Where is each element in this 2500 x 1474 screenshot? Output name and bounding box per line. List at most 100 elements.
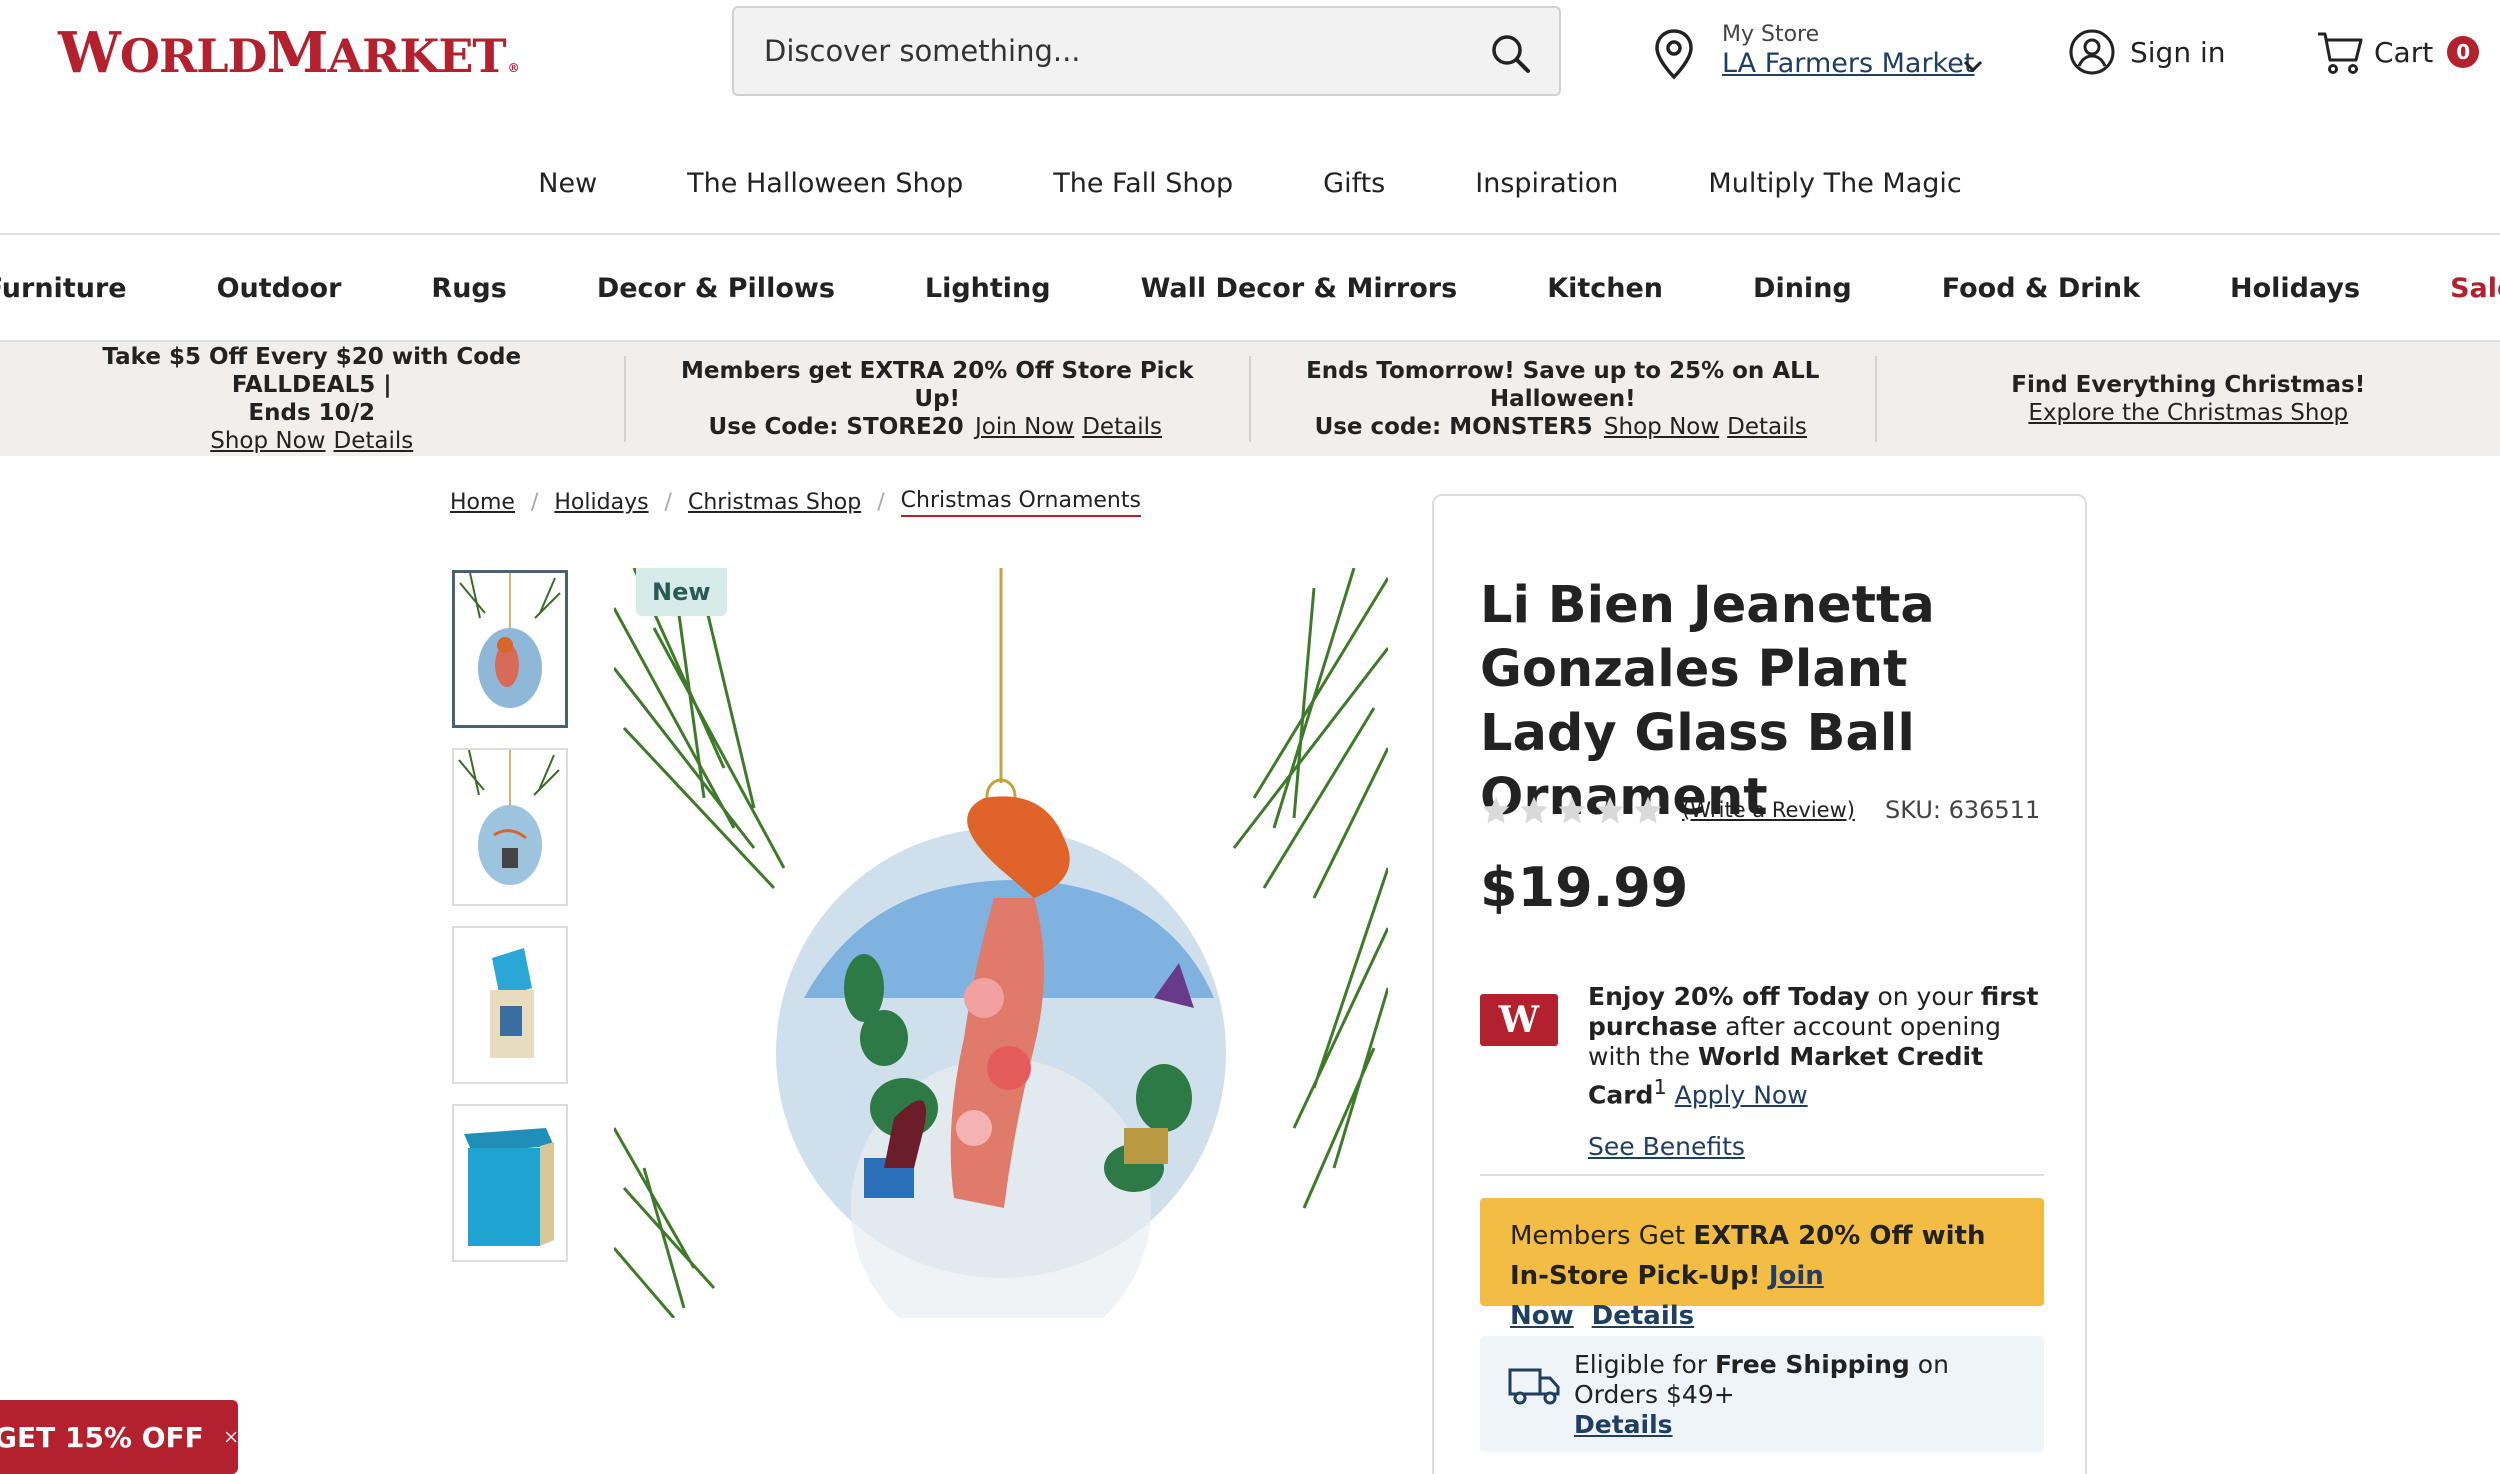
promo-headline: Ends Tomorrow! Save up to 25% on ALL	[1306, 358, 1820, 384]
promo-shop-now-link[interactable]: Shop Now	[210, 428, 325, 454]
gift-box-open-thumbnail-image	[490, 948, 534, 1058]
promo-subline: Ends 10/2	[248, 400, 376, 426]
category-nav: Furniture Outdoor Rugs Decor & Pillows L…	[0, 236, 2500, 340]
cart-button[interactable]: Cart 0	[2316, 26, 2480, 78]
promo-explore-christmas-link[interactable]: Explore the Christmas Shop	[2028, 400, 2348, 426]
credit-footnote-mark: 1	[1653, 1075, 1667, 1099]
product-title: Li Bien Jeanetta Gonzales Plant Lady Gla…	[1480, 576, 1935, 827]
promo-item: Take $5 Off Every $20 with Code FALLDEAL…	[0, 344, 626, 454]
new-badge: New	[636, 568, 727, 616]
promo-code: Use code: MONSTER5	[1314, 414, 1593, 440]
promo-item: Find Everything Christmas! Explore the C…	[1877, 356, 2500, 442]
promo-item: Ends Tomorrow! Save up to 25% on ALL Hal…	[1251, 356, 1877, 442]
breadcrumb-home[interactable]: Home	[450, 490, 515, 515]
my-store-label: My Store	[1722, 22, 1820, 47]
product-price: $19.99	[1480, 856, 1689, 919]
ornament-image	[614, 568, 1388, 1318]
free-shipping-label: Free Shipping	[1714, 1350, 1910, 1379]
shipping-text-1: Eligible for	[1574, 1350, 1715, 1379]
thumbnail-4[interactable]	[452, 1104, 568, 1262]
thumbnail-1[interactable]	[452, 570, 568, 728]
logo-text-1: W	[58, 20, 121, 86]
category-decor-pillows[interactable]: Decor & Pillows	[597, 273, 835, 304]
cart-count-badge: 0	[2447, 36, 2480, 68]
logo-text-2: ORLD	[119, 29, 268, 83]
promo-join-now-link[interactable]: Join Now	[975, 414, 1074, 440]
product-rating: (Write a Review) SKU: 636511	[1480, 794, 2040, 826]
write-review-link[interactable]: (Write a Review)	[1682, 798, 1855, 822]
breadcrumb-christmas-ornaments[interactable]: Christmas Ornaments	[900, 488, 1141, 517]
breadcrumb-christmas-shop[interactable]: Christmas Shop	[688, 490, 861, 515]
category-sale[interactable]: Sale	[2450, 273, 2500, 304]
logo-reg: ®	[507, 61, 520, 75]
promo-banner: Take $5 Off Every $20 with Code FALLDEAL…	[0, 342, 2500, 456]
breadcrumb-separator: /	[664, 490, 672, 515]
category-outdoor[interactable]: Outdoor	[217, 273, 342, 304]
category-dining[interactable]: Dining	[1753, 273, 1852, 304]
discount-popup-tab[interactable]: GET 15% OFF	[0, 1400, 238, 1474]
category-furniture[interactable]: Furniture	[0, 273, 127, 304]
logo-text-4: ARKET	[327, 29, 506, 83]
category-kitchen[interactable]: Kitchen	[1547, 273, 1663, 304]
credit-card-logo: W	[1480, 994, 1558, 1046]
product-info-panel: Li Bien Jeanetta Gonzales Plant Lady Gla…	[1432, 494, 2087, 1474]
member-details-link[interactable]: Details	[1592, 1301, 1695, 1331]
category-rugs[interactable]: Rugs	[431, 273, 506, 304]
subnav-inspiration[interactable]: Inspiration	[1475, 168, 1618, 199]
star-icon	[1482, 796, 1510, 824]
breadcrumb-separator: /	[877, 490, 885, 515]
promo-details-link[interactable]: Details	[1082, 414, 1162, 440]
star-icon	[1634, 796, 1662, 824]
gift-box-closed-thumbnail-image	[464, 1128, 554, 1246]
world-market-logo[interactable]: W ORLD M ARKET ®	[58, 20, 520, 86]
member-text: Members Get	[1510, 1221, 1694, 1251]
sign-in-button[interactable]: Sign in	[2068, 26, 2226, 78]
shipping-details-link[interactable]: Details	[1574, 1410, 1673, 1439]
category-holidays[interactable]: Holidays	[2230, 273, 2360, 304]
location-pin-icon	[1655, 29, 1693, 80]
search-input[interactable]	[764, 28, 1444, 74]
thumbnail-3[interactable]	[452, 926, 568, 1084]
discount-popup-label: GET 15% OFF	[0, 1420, 204, 1454]
free-shipping-info: Eligible for Free Shipping on Orders $49…	[1480, 1336, 2044, 1452]
search-icon[interactable]	[1489, 32, 1531, 74]
breadcrumb-holidays[interactable]: Holidays	[554, 490, 648, 515]
category-food-drink[interactable]: Food & Drink	[1942, 273, 2140, 304]
user-icon	[2069, 29, 2115, 75]
site-header: WORLD MARKET® My Store LA Farmers Market…	[0, 0, 2500, 112]
promo-details-link[interactable]: Details	[334, 428, 414, 454]
thumbnail-2[interactable]	[452, 748, 568, 906]
shipping-text: Eligible for Free Shipping on Orders $49…	[1574, 1350, 2024, 1440]
breadcrumb-separator: /	[530, 490, 539, 515]
subnav-halloween-shop[interactable]: The Halloween Shop	[687, 168, 963, 199]
chevron-down-icon[interactable]	[1962, 56, 1984, 76]
member-pickup-banner: Members Get EXTRA 20% Off with In-Store …	[1480, 1198, 2044, 1331]
product-main-image[interactable]: New	[614, 568, 1388, 1318]
ornament-back-thumbnail-image	[458, 750, 560, 885]
store-name-link[interactable]: LA Farmers Market	[1722, 48, 1974, 79]
search-bar	[732, 6, 1561, 96]
subnav-multiply-the-magic[interactable]: Multiply The Magic	[1708, 168, 1961, 199]
promo-headline: Find Everything Christmas!	[2011, 372, 2366, 398]
star-icon	[1520, 796, 1548, 824]
apply-now-link[interactable]: Apply Now	[1675, 1080, 1808, 1109]
star-icon	[1558, 796, 1586, 824]
breadcrumb: Home / Holidays / Christmas Shop / Christma…	[450, 488, 1141, 517]
promo-details-link[interactable]: Details	[1727, 414, 1807, 440]
star-icon	[1596, 796, 1624, 824]
see-benefits-link[interactable]: See Benefits	[1588, 1132, 1745, 1161]
promo-headline: Take $5 Off Every $20 with Code FALLDEAL…	[102, 344, 522, 398]
close-icon[interactable]	[224, 1421, 238, 1453]
promo-shop-now-link[interactable]: Shop Now	[1604, 414, 1719, 440]
subnav-gifts[interactable]: Gifts	[1323, 168, 1385, 199]
subnav-fall-shop[interactable]: The Fall Shop	[1053, 168, 1233, 199]
promo-headline: Members get EXTRA 20% Off Store Pick Up!	[680, 358, 1194, 412]
ornament-thumbnail-image	[459, 573, 561, 708]
truck-icon	[1508, 1368, 1560, 1405]
sign-in-label: Sign in	[2130, 35, 2226, 69]
category-lighting[interactable]: Lighting	[925, 273, 1051, 304]
promo-item: Members get EXTRA 20% Off Store Pick Up!…	[626, 356, 1251, 442]
subnav-new[interactable]: New	[538, 168, 597, 199]
promo-code: Use Code: STORE20	[708, 414, 964, 440]
category-wall-decor-mirrors[interactable]: Wall Decor & Mirrors	[1141, 273, 1458, 304]
